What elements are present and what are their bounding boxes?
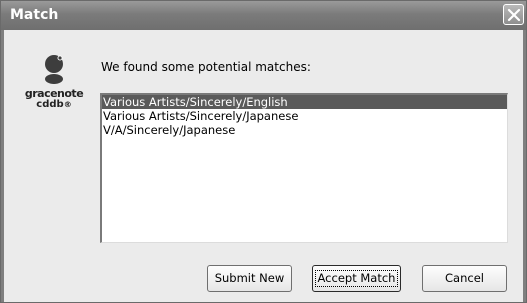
accept-match-label: Accept Match xyxy=(314,270,399,287)
list-item[interactable]: V/A/Sincerely/Japanese xyxy=(102,123,507,137)
close-button[interactable] xyxy=(503,4,524,25)
cancel-button[interactable]: Cancel xyxy=(422,265,507,292)
window-frame-left xyxy=(1,30,4,302)
submit-new-button[interactable]: Submit New xyxy=(207,265,292,292)
title-bar[interactable]: Match xyxy=(1,1,526,30)
accept-match-button[interactable]: Accept Match xyxy=(312,265,401,292)
list-item[interactable]: Various Artists/Sincerely/English xyxy=(102,95,507,109)
dialog-title: Match xyxy=(10,7,59,23)
matches-message: We found some potential matches: xyxy=(101,60,311,74)
match-dialog: Match gracenote cddb® We found some pote… xyxy=(0,0,527,303)
matches-listbox[interactable]: Various Artists/Sincerely/English Variou… xyxy=(100,93,508,243)
window-frame-right xyxy=(523,30,526,302)
logo-subtitle: cddb® xyxy=(36,99,72,110)
list-item[interactable]: Various Artists/Sincerely/Japanese xyxy=(102,109,507,123)
gracenote-logo: gracenote cddb® xyxy=(19,54,89,114)
